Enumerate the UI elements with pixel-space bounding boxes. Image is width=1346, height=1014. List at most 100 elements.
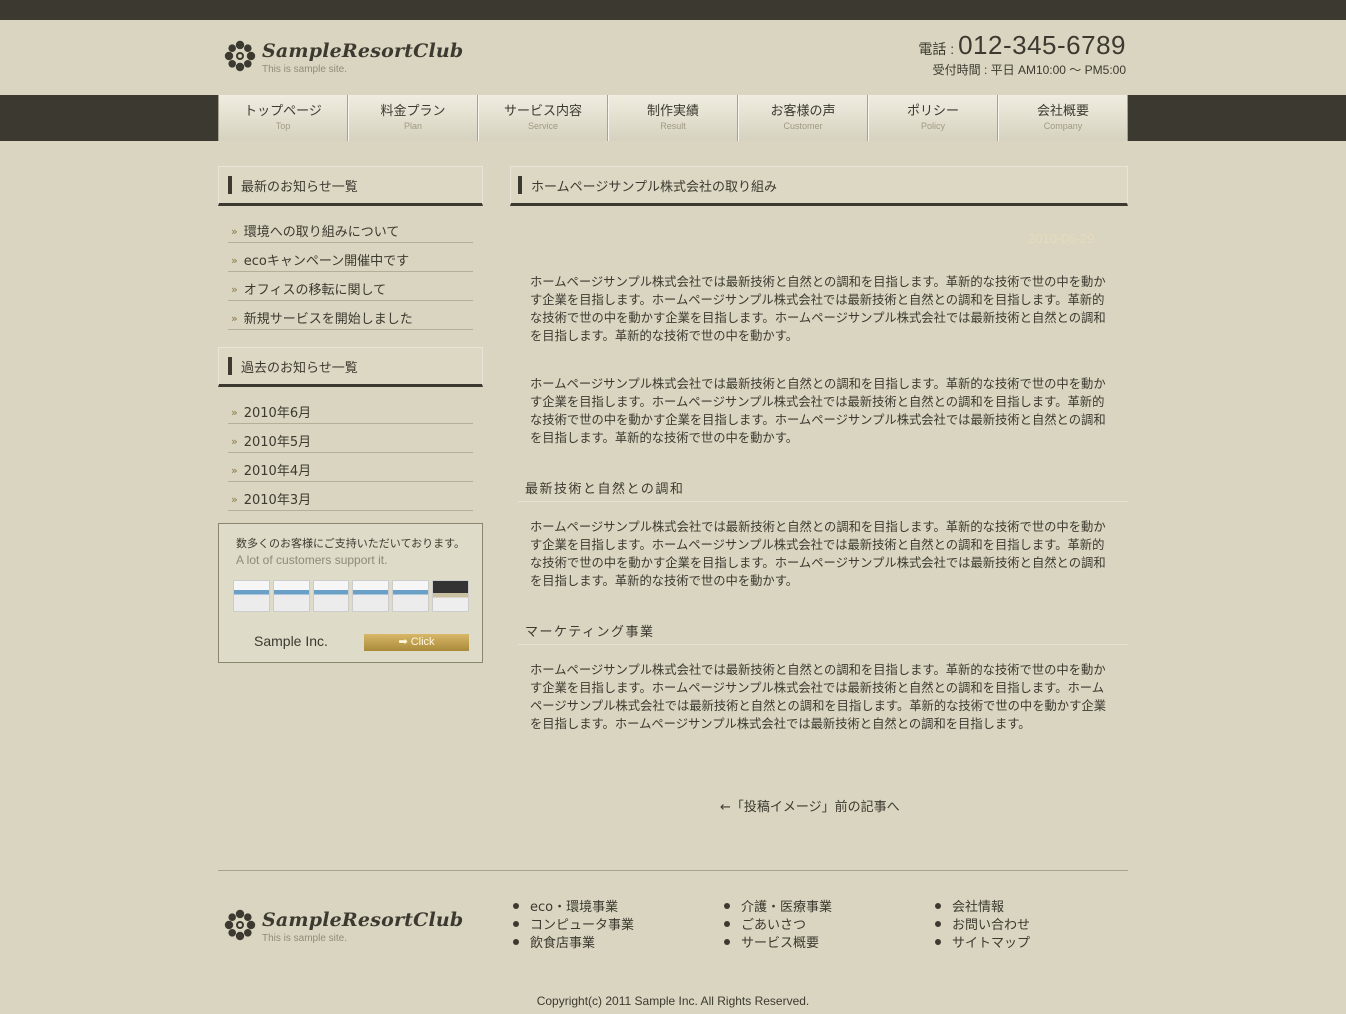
site-thumbnail [233, 580, 270, 612]
nav-sublabel: Top [275, 121, 291, 131]
article-date: 2010-06-29 [1028, 231, 1095, 246]
arrow-icon: » [231, 435, 238, 448]
footer-divider [218, 870, 1128, 871]
footer-link-label: 介護・医療事業 [741, 900, 833, 915]
bullet-icon [935, 903, 941, 909]
nav-label: サービス内容 [503, 104, 582, 119]
global-nav: トップページ Top 料金プラン Plan サービス内容 Service 制作実績 Re… [218, 95, 1128, 141]
site-thumbnail [312, 580, 350, 612]
recent-news-list: » 環境への取り組みについて » ecoキャンペーン開催中です » オフィスの移転に関… [228, 214, 473, 330]
bullet-icon [513, 939, 519, 945]
nav-label: お客様の声 [770, 104, 836, 119]
arrow-icon: » [231, 493, 238, 506]
nav-sublabel: Plan [403, 121, 422, 131]
footer-link[interactable]: 介護・医療事業 [724, 899, 832, 917]
nav-label: ポリシー [906, 104, 959, 119]
logo-name: SampleResortClub [262, 909, 464, 931]
footer-links-col1: eco・環境事業 コンピュータ事業 飲食店事業 [513, 899, 634, 953]
arrow-icon: » [231, 406, 238, 419]
footer-link[interactable]: コンピュータ事業 [513, 917, 634, 935]
recent-news-title: 最新のお知らせ一覧 [241, 179, 358, 195]
news-link-new-service[interactable]: » 新規サービスを開始しました [228, 301, 473, 330]
copyright-text: Copyright(c) 2011 Sample Inc. All Rights… [536, 994, 810, 1008]
footer-link[interactable]: 会社情報 [935, 899, 1030, 917]
logo-tagline: This is sample site. [262, 64, 348, 75]
arrow-icon: » [231, 312, 238, 325]
footer-link-label: お問い合わせ [952, 918, 1031, 933]
bullet-icon [935, 939, 941, 945]
recent-news-heading: 最新のお知らせ一覧 [218, 166, 483, 206]
nav-item-policy[interactable]: ポリシー Policy [868, 95, 998, 141]
footer-link-label: ごあいさつ [741, 918, 807, 933]
nav-sublabel: Customer [783, 121, 823, 131]
logo-name: SampleResortClub [262, 40, 464, 62]
banner-click-button[interactable]: ➡ Click [364, 634, 469, 651]
business-hours: 受付時間 : 平日 AM10:00 ～ PM5:00 [932, 63, 1126, 77]
nav-item-result[interactable]: 制作実績 Result [608, 95, 738, 141]
footer-link-label: コンピュータ事業 [530, 918, 635, 933]
heading-bar [228, 357, 232, 375]
footer-logo[interactable]: SampleResortClub This is sample site. [224, 909, 463, 944]
customer-banner[interactable]: 数多くのお客様にご支持いただいております。 A lot of customers… [218, 523, 483, 663]
article-heading: ホームページサンプル株式会社の取り組み [510, 166, 1128, 206]
archive-link-label: 2010年4月 [243, 464, 312, 479]
past-news-title: 過去のお知らせ一覧 [241, 360, 358, 376]
news-link-eco-campaign[interactable]: » ecoキャンペーン開催中です [228, 243, 473, 272]
contact-info: 電話 : 012-345-6789 受付時間 : 平日 AM10:00 ～ PM… [918, 30, 1126, 78]
footer-links-col3: 会社情報 お問い合わせ サイトマップ [935, 899, 1030, 953]
nav-item-plan[interactable]: 料金プラン Plan [348, 95, 478, 141]
nav-item-customer[interactable]: お客様の声 Customer [738, 95, 868, 141]
nav-label: 会社概要 [1036, 104, 1089, 119]
footer-link[interactable]: サイトマップ [935, 935, 1030, 953]
banner-company: Sample Inc. [254, 633, 328, 649]
phone-number: 012-345-6789 [958, 30, 1126, 60]
archive-link-2010-03[interactable]: » 2010年3月 [228, 482, 473, 511]
nav-sublabel: Policy [920, 121, 945, 131]
footer-link[interactable]: ごあいさつ [724, 917, 832, 935]
footer-link[interactable]: eco・環境事業 [513, 899, 634, 917]
nav-item-top[interactable]: トップページ Top [218, 95, 348, 141]
footer-link-label: eco・環境事業 [530, 900, 619, 915]
banner-screenshots [233, 580, 469, 612]
arrow-icon: » [231, 254, 238, 267]
previous-post-link[interactable]: ←「投稿イメージ」前の記事へ [720, 796, 900, 815]
nav-label: 制作実績 [646, 104, 699, 119]
heading-bar [228, 176, 232, 194]
archive-link-2010-06[interactable]: » 2010年6月 [228, 395, 473, 424]
nav-item-service[interactable]: サービス内容 Service [478, 95, 608, 141]
banner-headline: 数多くのお客様にご支持いただいております。 [236, 537, 466, 550]
site-logo[interactable]: SampleResortClub This is sample site. [224, 40, 463, 75]
news-link-label: 環境への取り組みについて [243, 225, 400, 240]
news-link-environment[interactable]: » 環境への取り組みについて [228, 214, 473, 243]
footer-link[interactable]: お問い合わせ [935, 917, 1030, 935]
footer-link-label: サービス概要 [741, 936, 820, 951]
arrow-icon: » [231, 464, 238, 477]
footer-link[interactable]: サービス概要 [724, 935, 832, 953]
archive-link-label: 2010年5月 [243, 435, 312, 450]
site-thumbnail [272, 580, 310, 612]
flower-logo-icon [224, 909, 256, 941]
bullet-icon [724, 939, 730, 945]
arrow-icon: » [231, 225, 238, 238]
nav-label: トップページ [244, 104, 322, 119]
bullet-icon [724, 921, 730, 927]
article-paragraph: ホームページサンプル株式会社では最新技術と自然との調和を目指します。革新的な技術… [530, 377, 1106, 445]
news-link-label: ecoキャンペーン開催中です [243, 254, 410, 269]
top-strip [0, 0, 1346, 20]
nav-sublabel: Service [527, 121, 558, 131]
news-link-office-move[interactable]: » オフィスの移転に関して [228, 272, 473, 301]
article-paragraph: ホームページサンプル株式会社では最新技術と自然との調和を目指します。革新的な技術… [530, 275, 1106, 343]
archive-link-label: 2010年3月 [243, 493, 312, 508]
phone-label: 電話 : [918, 41, 959, 57]
nav-item-company[interactable]: 会社概要 Company [998, 95, 1128, 141]
bullet-icon [513, 921, 519, 927]
article-paragraph: ホームページサンプル株式会社では最新技術と自然との調和を目指します。革新的な技術… [530, 663, 1106, 731]
footer-link[interactable]: 飲食店事業 [513, 935, 634, 953]
banner-subline: A lot of customers support it. [236, 553, 388, 567]
archive-link-2010-05[interactable]: » 2010年5月 [228, 424, 473, 453]
nav-sublabel: Company [1043, 121, 1083, 131]
archive-list: » 2010年6月 » 2010年5月 » 2010年4月 » 2010年3月 [228, 395, 473, 511]
past-news-box: 過去のお知らせ一覧 » 2010年6月 » 2010年5月 » 2010年4月 » 20… [218, 347, 483, 511]
archive-link-2010-04[interactable]: » 2010年4月 [228, 453, 473, 482]
logo-tagline: This is sample site. [262, 933, 348, 944]
